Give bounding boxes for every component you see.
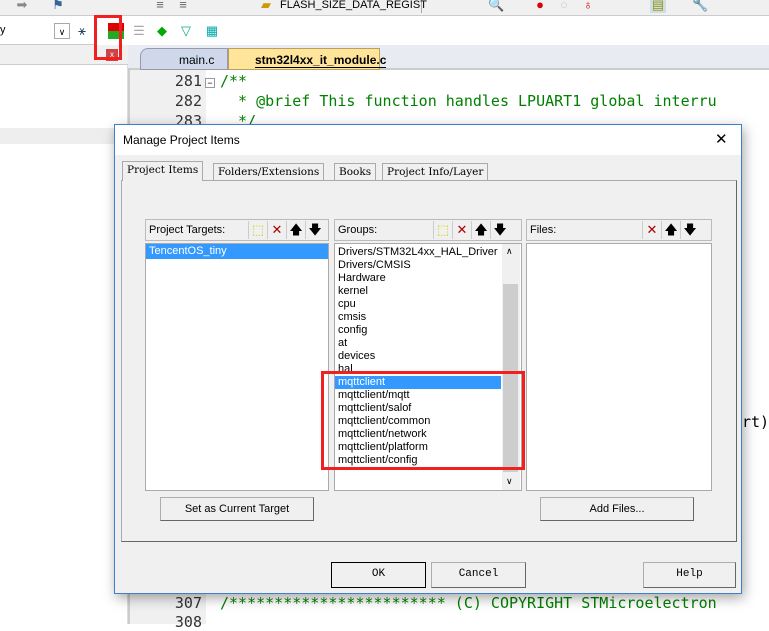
wrench-icon[interactable]: 🔧 (692, 0, 708, 13)
tab-stm32l4xx-it-module-c[interactable]: stm32l4xx_it_module.c (228, 48, 387, 70)
list-item[interactable]: at (335, 337, 501, 350)
groups-label: Groups: (338, 224, 378, 236)
item-label: devices (338, 350, 376, 362)
item-label: config (338, 324, 368, 336)
outdent-icon[interactable]: ≡ (175, 0, 191, 13)
new-group-icon[interactable]: ⬚ (433, 221, 452, 239)
list-item[interactable]: cpu (335, 298, 501, 311)
move-down-icon[interactable]: 🡇 (305, 221, 324, 239)
cancel-button[interactable]: Cancel (431, 562, 526, 588)
project-targets-label: Project Targets: (149, 224, 226, 236)
highlight-manage-icon (94, 15, 122, 60)
scroll-up-icon[interactable]: ∧ (506, 246, 513, 257)
list-item[interactable]: Drivers/CMSIS (335, 259, 501, 272)
move-up-icon[interactable]: 🡅 (286, 221, 305, 239)
code-line: * @brief This function handles LPUART1 g… (220, 92, 717, 110)
forward-icon[interactable]: ➡ (14, 0, 30, 13)
list-item[interactable]: devices (335, 350, 501, 363)
list-item[interactable]: Hardware (335, 272, 501, 285)
set-as-current-target-button[interactable]: Set as Current Target (160, 497, 314, 521)
item-label: cpu (338, 298, 356, 310)
list-item[interactable]: TencentOS_tiny (146, 244, 328, 259)
toolbar-top: ➡ ⚑ ≡ ≡ ▰ FLASH_SIZE_DATA_REGIST 🔍 ● ○ ♁… (0, 0, 769, 16)
files-label: Files: (530, 224, 557, 236)
tab-label: Books (339, 166, 372, 178)
line-number: 308 (174, 613, 202, 631)
wizard-icon[interactable]: ⚹ (74, 23, 90, 39)
highlight-mqttclient-groups (321, 371, 525, 470)
item-label: Hardware (338, 272, 386, 284)
tab-label: Project Info/Layer (387, 166, 484, 178)
tab-label: main.c (179, 53, 215, 67)
tab-main-c[interactable]: main.c (140, 48, 228, 70)
project-targets-list[interactable]: TencentOS_tiny (145, 243, 329, 491)
item-label: Drivers/CMSIS (338, 259, 411, 271)
dialog-titlebar: Manage Project Items ✕ (115, 125, 741, 155)
item-label: Drivers/STM32L4xx_HAL_Driver (338, 246, 498, 258)
add-files-button[interactable]: Add Files... (540, 497, 694, 521)
breakpoint-clear-icon[interactable]: ♁ (580, 0, 596, 13)
item-label: kernel (338, 285, 368, 297)
target-select[interactable]: FLASH_SIZE_DATA_REGIST (280, 0, 427, 13)
folder-icon[interactable]: ▰ (258, 0, 274, 13)
move-up-icon[interactable]: 🡅 (471, 221, 490, 239)
line-number: 282 (174, 92, 202, 110)
manage-project-items-dialog: Manage Project Items ✕ Project Items Fol… (114, 124, 742, 594)
project-panel: x (0, 45, 128, 624)
line-number: 281 (174, 72, 202, 90)
diamond-icon[interactable]: ◆ (154, 23, 170, 39)
window-icon[interactable]: ▤ (650, 0, 666, 13)
close-icon[interactable]: ✕ (715, 130, 728, 148)
groups-header: Groups: ⬚ ✕ 🡅 🡇 (334, 219, 522, 241)
dropdown-icon[interactable]: ∨ (54, 23, 70, 39)
item-label: cmsis (338, 311, 367, 323)
tab-label: Folders/Extensions (218, 166, 320, 178)
new-target-icon[interactable]: ⬚ (248, 221, 267, 239)
bookmark-icon[interactable]: ⚑ (50, 0, 66, 13)
search-icon[interactable]: 🔍 (488, 0, 504, 13)
line-number: 307 (174, 594, 202, 612)
fold-icon[interactable]: − (205, 78, 215, 88)
pack-installer-icon[interactable]: ▦ (204, 23, 220, 39)
batch-setup-icon[interactable]: ☰ (131, 23, 147, 39)
help-button[interactable]: Help (643, 562, 736, 588)
breakpoint-disabled-icon[interactable]: ○ (556, 0, 572, 13)
tree-row (0, 128, 128, 144)
tab-label: Project Items (127, 164, 199, 176)
code-line: /************************ (C) COPYRIGHT … (220, 594, 717, 612)
scroll-down-icon[interactable]: ∨ (506, 476, 513, 487)
code-line: /** (220, 72, 248, 90)
filter-icon[interactable]: ▽ (178, 23, 194, 39)
files-list[interactable] (526, 243, 712, 491)
move-down-icon[interactable]: 🡇 (490, 221, 509, 239)
indent-icon[interactable]: ≡ (152, 0, 168, 13)
code-fragment: rt) (742, 413, 769, 431)
list-item[interactable]: config (335, 324, 501, 337)
project-targets-header: Project Targets: ⬚ ✕ 🡅 🡇 (145, 219, 329, 241)
move-down-icon[interactable]: 🡇 (680, 221, 699, 239)
tab-books[interactable]: Books (334, 163, 377, 181)
item-label: TencentOS_tiny (149, 245, 227, 257)
dialog-title: Manage Project Items (123, 133, 240, 147)
tab-project-items[interactable]: Project Items (122, 161, 204, 181)
files-header: Files: ✕ 🡅 🡇 (526, 219, 712, 241)
left-combo-value[interactable]: y (0, 24, 6, 36)
delete-group-icon[interactable]: ✕ (452, 221, 471, 239)
tab-folders-extensions[interactable]: Folders/Extensions (213, 163, 325, 181)
target-select-value: FLASH_SIZE_DATA_REGIST (280, 0, 427, 11)
tab-label: stm32l4xx_it_module.c (255, 53, 387, 68)
list-item[interactable]: Drivers/STM32L4xx_HAL_Driver (335, 246, 501, 259)
tab-project-info-layer[interactable]: Project Info/Layer (382, 163, 489, 181)
move-up-icon[interactable]: 🡅 (661, 221, 680, 239)
list-item[interactable]: cmsis (335, 311, 501, 324)
delete-file-icon[interactable]: ✕ (642, 221, 661, 239)
ok-button[interactable]: OK (331, 562, 426, 588)
breakpoint-icon[interactable]: ● (532, 0, 548, 13)
delete-target-icon[interactable]: ✕ (267, 221, 286, 239)
item-label: at (338, 337, 348, 349)
list-item[interactable]: kernel (335, 285, 501, 298)
